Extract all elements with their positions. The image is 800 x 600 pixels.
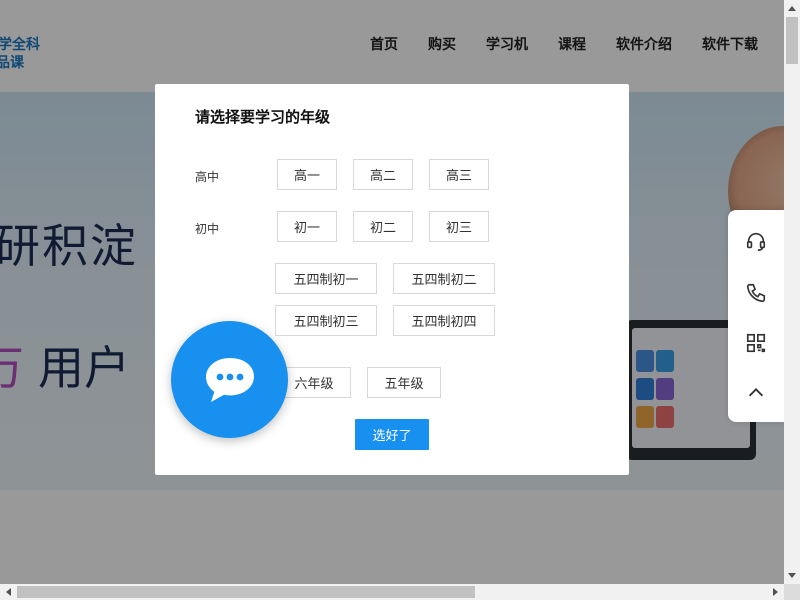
grade-button-wusi-chu1[interactable]: 五四制初一: [275, 263, 377, 294]
grade-button-gao1[interactable]: 高一: [277, 159, 337, 190]
grade-button-wusi-chu4[interactable]: 五四制初四: [393, 305, 495, 336]
grade-button-gao3[interactable]: 高三: [429, 159, 489, 190]
grade-button-chu2[interactable]: 初二: [353, 211, 413, 242]
middle-school-label: 初中: [195, 222, 220, 236]
side-toolbar: [728, 210, 784, 422]
grade-button-chu1[interactable]: 初一: [277, 211, 337, 242]
headset-icon[interactable]: [728, 216, 784, 266]
scroll-down-arrow-icon[interactable]: [784, 568, 800, 584]
high-school-label: 高中: [195, 170, 220, 184]
confirm-button[interactable]: 选好了: [355, 419, 429, 450]
vertical-scrollbar[interactable]: [784, 0, 800, 584]
chat-button[interactable]: [171, 321, 288, 438]
vertical-scroll-thumb[interactable]: [786, 17, 798, 64]
grade-button-grade6[interactable]: 六年级: [277, 367, 351, 398]
chat-bubble-icon: [205, 357, 254, 402]
dialog-title: 请选择要学习的年级: [195, 108, 331, 126]
grade-button-grade5[interactable]: 五年级: [367, 367, 441, 398]
grade-button-chu3[interactable]: 初三: [429, 211, 489, 242]
back-to-top-icon[interactable]: [728, 368, 784, 418]
horizontal-scrollbar[interactable]: [0, 584, 784, 600]
scrollbar-corner: [784, 584, 800, 600]
grade-button-wusi-chu3[interactable]: 五四制初三: [275, 305, 377, 336]
scroll-left-arrow-icon[interactable]: [0, 584, 16, 600]
scroll-right-arrow-icon[interactable]: [768, 584, 784, 600]
qrcode-icon[interactable]: [728, 318, 784, 368]
horizontal-scroll-thumb[interactable]: [17, 586, 475, 598]
grade-button-gao2[interactable]: 高二: [353, 159, 413, 190]
phone-icon[interactable]: [728, 268, 784, 318]
grade-button-wusi-chu2[interactable]: 五四制初二: [393, 263, 495, 294]
scroll-up-arrow-icon[interactable]: [784, 0, 800, 16]
